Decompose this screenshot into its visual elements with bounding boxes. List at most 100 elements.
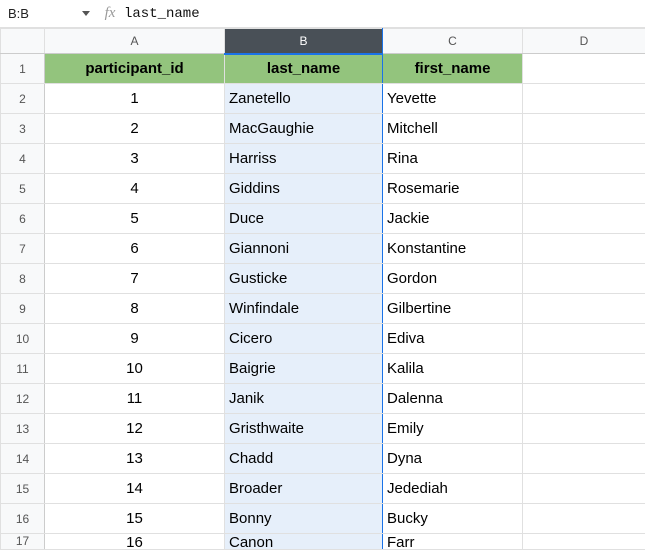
cell-last-name[interactable]: Janik — [225, 384, 383, 414]
cell-participant-id[interactable]: 11 — [45, 384, 225, 414]
cell-participant-id[interactable]: 12 — [45, 414, 225, 444]
cell-participant-id[interactable]: 14 — [45, 474, 225, 504]
row-header[interactable]: 15 — [1, 474, 45, 504]
cell-last-name[interactable]: Giddins — [225, 174, 383, 204]
name-box[interactable]: B:B — [0, 0, 96, 28]
cell-participant-id[interactable]: 8 — [45, 294, 225, 324]
row-header[interactable]: 10 — [1, 324, 45, 354]
cell-participant-id[interactable]: 10 — [45, 354, 225, 384]
cell-participant-id[interactable]: 2 — [45, 114, 225, 144]
table-row: 76GiannoniKonstantine — [1, 234, 645, 264]
cell-participant-id[interactable]: 5 — [45, 204, 225, 234]
cell[interactable] — [523, 54, 645, 84]
cell[interactable] — [523, 444, 645, 474]
row-header[interactable]: 9 — [1, 294, 45, 324]
cell-first-name[interactable]: Farr — [383, 534, 523, 550]
cell-first-name[interactable]: Jedediah — [383, 474, 523, 504]
cell-participant-id[interactable]: 15 — [45, 504, 225, 534]
row-header[interactable]: 16 — [1, 504, 45, 534]
cell-participant-id[interactable]: 1 — [45, 84, 225, 114]
cell-participant-id[interactable]: 6 — [45, 234, 225, 264]
select-all-corner[interactable] — [1, 29, 45, 54]
cell-last-name[interactable]: Broader — [225, 474, 383, 504]
table-row: 43HarrissRina — [1, 144, 645, 174]
table-row: 1716CanonFarr — [1, 534, 645, 550]
row-header[interactable]: 3 — [1, 114, 45, 144]
cell-first-name[interactable]: Emily — [383, 414, 523, 444]
cell-first-name[interactable]: Gordon — [383, 264, 523, 294]
cell-first-name[interactable]: Yevette — [383, 84, 523, 114]
row-header[interactable]: 2 — [1, 84, 45, 114]
row-header[interactable]: 11 — [1, 354, 45, 384]
cell-last-name[interactable]: Cicero — [225, 324, 383, 354]
row-header[interactable]: 6 — [1, 204, 45, 234]
cell-last-name[interactable]: MacGaughie — [225, 114, 383, 144]
cell-last-name[interactable]: Giannoni — [225, 234, 383, 264]
cell[interactable] — [523, 294, 645, 324]
cell-last-name[interactable]: Bonny — [225, 504, 383, 534]
cell-first-name[interactable]: Mitchell — [383, 114, 523, 144]
row-header[interactable]: 13 — [1, 414, 45, 444]
row-header[interactable]: 8 — [1, 264, 45, 294]
column-header-c[interactable]: C — [383, 29, 523, 54]
cell[interactable] — [523, 174, 645, 204]
cell-last-name[interactable]: Duce — [225, 204, 383, 234]
cell-first-name[interactable]: Kalila — [383, 354, 523, 384]
cell[interactable] — [523, 204, 645, 234]
header-cell-participant-id[interactable]: participant_id — [45, 54, 225, 84]
cell-first-name[interactable]: Rina — [383, 144, 523, 174]
cell-last-name[interactable]: Zanetello — [225, 84, 383, 114]
cell-participant-id[interactable]: 7 — [45, 264, 225, 294]
spreadsheet-grid[interactable]: A B C D 1 participant_id last_name first… — [0, 28, 645, 550]
cell[interactable] — [523, 144, 645, 174]
cell[interactable] — [523, 114, 645, 144]
cell-last-name[interactable]: Chadd — [225, 444, 383, 474]
table-row: 1110BaigrieKalila — [1, 354, 645, 384]
row-header[interactable]: 12 — [1, 384, 45, 414]
header-cell-first-name[interactable]: first_name — [383, 54, 523, 84]
table-row: 1514BroaderJedediah — [1, 474, 645, 504]
cell-last-name[interactable]: Harriss — [225, 144, 383, 174]
cell[interactable] — [523, 504, 645, 534]
cell[interactable] — [523, 264, 645, 294]
row-header[interactable]: 7 — [1, 234, 45, 264]
fx-icon: fx — [96, 5, 124, 22]
cell[interactable] — [523, 414, 645, 444]
cell-first-name[interactable]: Gilbertine — [383, 294, 523, 324]
cell-participant-id[interactable]: 13 — [45, 444, 225, 474]
cell[interactable] — [523, 84, 645, 114]
cell-first-name[interactable]: Jackie — [383, 204, 523, 234]
cell-participant-id[interactable]: 3 — [45, 144, 225, 174]
cell[interactable] — [523, 384, 645, 414]
cell-first-name[interactable]: Dalenna — [383, 384, 523, 414]
column-header-b[interactable]: B — [225, 29, 383, 54]
cell[interactable] — [523, 534, 645, 550]
cell-last-name[interactable]: Canon — [225, 534, 383, 550]
cell-first-name[interactable]: Dyna — [383, 444, 523, 474]
cell-last-name[interactable]: Gristhwaite — [225, 414, 383, 444]
formula-input[interactable]: last_name — [124, 0, 645, 28]
row-header[interactable]: 4 — [1, 144, 45, 174]
column-header-a[interactable]: A — [45, 29, 225, 54]
column-headers-row: A B C D — [1, 29, 645, 54]
cell-last-name[interactable]: Baigrie — [225, 354, 383, 384]
row-header[interactable]: 1 — [1, 54, 45, 84]
row-header[interactable]: 14 — [1, 444, 45, 474]
cell-last-name[interactable]: Gusticke — [225, 264, 383, 294]
cell[interactable] — [523, 324, 645, 354]
cell-first-name[interactable]: Konstantine — [383, 234, 523, 264]
cell-last-name[interactable]: Winfindale — [225, 294, 383, 324]
cell-participant-id[interactable]: 16 — [45, 534, 225, 550]
cell-first-name[interactable]: Bucky — [383, 504, 523, 534]
cell-first-name[interactable]: Rosemarie — [383, 174, 523, 204]
cell-participant-id[interactable]: 9 — [45, 324, 225, 354]
header-cell-last-name[interactable]: last_name — [225, 54, 383, 84]
row-header[interactable]: 5 — [1, 174, 45, 204]
cell[interactable] — [523, 474, 645, 504]
cell-first-name[interactable]: Ediva — [383, 324, 523, 354]
cell[interactable] — [523, 354, 645, 384]
cell-participant-id[interactable]: 4 — [45, 174, 225, 204]
cell[interactable] — [523, 234, 645, 264]
row-header[interactable]: 17 — [1, 534, 45, 550]
column-header-d[interactable]: D — [523, 29, 645, 54]
